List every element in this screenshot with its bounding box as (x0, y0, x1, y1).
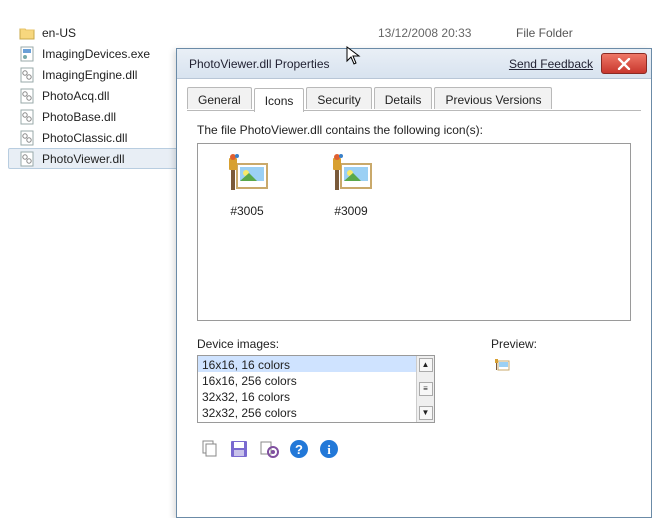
file-row-folder[interactable]: en-US 13/12/2008 20:33 File Folder (0, 22, 652, 43)
preview-icon (491, 355, 513, 377)
file-name: ImagingDevices.exe (42, 47, 150, 61)
file-name: ImagingEngine.dll (42, 68, 137, 82)
properties-dialog: PhotoViewer.dll Properties Send Feedback… (176, 48, 652, 518)
close-icon (617, 58, 631, 70)
dialog-body: General Icons Security Details Previous … (177, 79, 651, 471)
scroll-up-button[interactable]: ▲ (419, 358, 433, 372)
icon-item[interactable]: #3009 (316, 154, 386, 310)
resource-icon (223, 154, 271, 198)
send-feedback-link[interactable]: Send Feedback (509, 57, 593, 71)
file-type: File Folder (516, 26, 573, 40)
svg-text:?: ? (295, 442, 303, 457)
file-name: PhotoViewer.dll (42, 152, 125, 166)
save-button[interactable] (227, 437, 251, 461)
preview-label: Preview: (491, 337, 537, 351)
properties-button[interactable] (257, 437, 281, 461)
svg-text:i: i (327, 442, 331, 457)
list-item[interactable]: 32x32, 16 colors (198, 388, 416, 404)
device-images-list[interactable]: 16x16, 16 colors 16x16, 256 colors 32x32… (197, 355, 435, 423)
list-item[interactable]: 32x32, 256 colors (198, 404, 416, 420)
scroll-thumb[interactable]: ≡ (419, 382, 433, 396)
close-button[interactable] (601, 53, 647, 74)
dll-icon (18, 109, 36, 125)
dialog-title: PhotoViewer.dll Properties (189, 57, 330, 71)
resource-icon (327, 154, 375, 198)
dll-icon (18, 67, 36, 83)
dll-icon (18, 130, 36, 146)
list-item[interactable]: 16x16, 256 colors (198, 372, 416, 388)
tab-general[interactable]: General (187, 87, 252, 109)
icon-caption: #3009 (316, 204, 386, 218)
tab-strip: General Icons Security Details Previous … (187, 87, 641, 111)
icon-list[interactable]: #3005 (197, 143, 631, 321)
scroll-down-button[interactable]: ▼ (419, 406, 433, 420)
dll-icon (18, 151, 36, 167)
exe-icon (18, 46, 36, 62)
file-name: PhotoAcq.dll (42, 89, 109, 103)
file-name: PhotoBase.dll (42, 110, 116, 124)
dll-icon (18, 88, 36, 104)
file-date: 13/12/2008 20:33 (378, 26, 471, 40)
tab-details[interactable]: Details (374, 87, 433, 109)
titlebar[interactable]: PhotoViewer.dll Properties Send Feedback (177, 49, 651, 79)
list-item[interactable]: 16x16, 16 colors (198, 356, 416, 372)
copy-button[interactable] (197, 437, 221, 461)
help-button[interactable]: ? (287, 437, 311, 461)
icon-caption: #3005 (212, 204, 282, 218)
panel-heading: The file PhotoViewer.dll contains the fo… (197, 123, 631, 137)
folder-icon (18, 25, 36, 41)
file-row-selected[interactable]: PhotoViewer.dll (8, 148, 180, 169)
info-button[interactable]: i (317, 437, 341, 461)
file-name: PhotoClassic.dll (42, 131, 127, 145)
icon-toolbar: ? i (197, 437, 631, 461)
file-name: en-US (42, 26, 76, 40)
device-images-label: Device images: (197, 337, 457, 351)
tab-panel-icons: The file PhotoViewer.dll contains the fo… (187, 111, 641, 471)
scrollbar[interactable]: ▲ ≡ ▼ (416, 356, 434, 422)
tab-previous-versions[interactable]: Previous Versions (434, 87, 552, 109)
icon-item[interactable]: #3005 (212, 154, 282, 310)
tab-icons[interactable]: Icons (254, 88, 305, 112)
tab-security[interactable]: Security (306, 87, 371, 109)
